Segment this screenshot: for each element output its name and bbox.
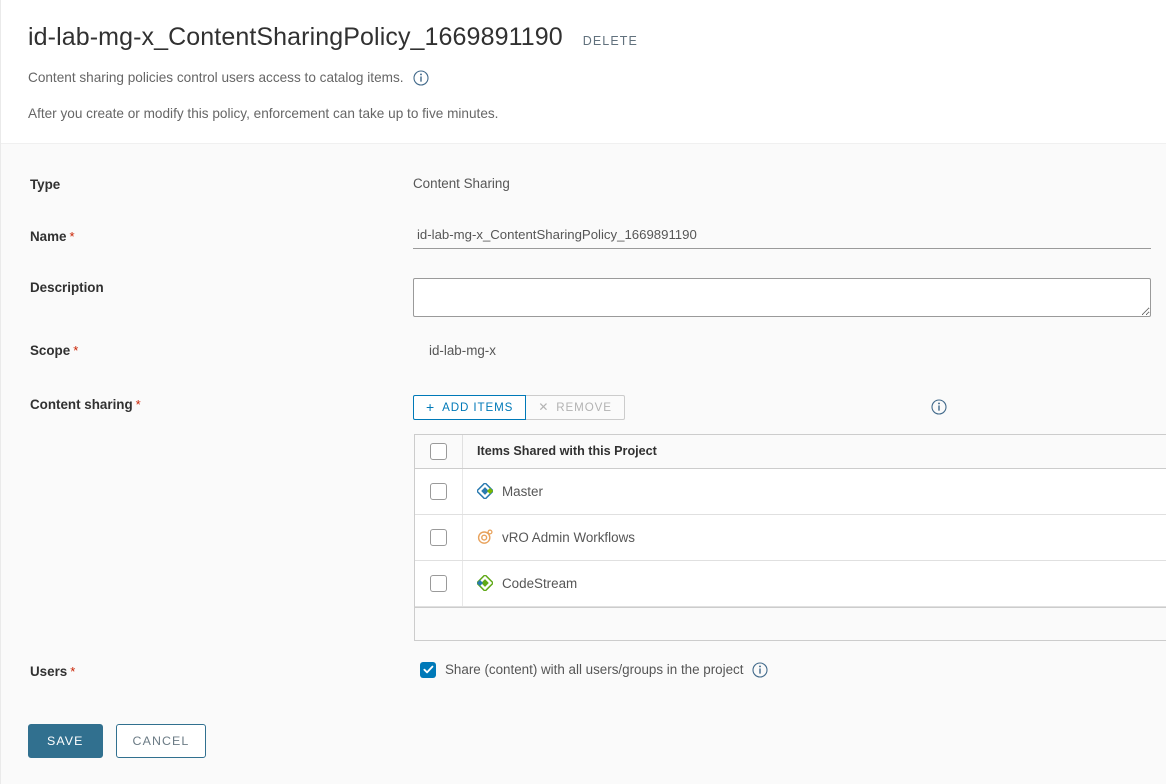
- shared-items-table: Items Shared with this Project Master vR…: [414, 433, 1166, 641]
- type-value: Content Sharing: [413, 175, 510, 191]
- close-x-icon: ✕: [538, 400, 550, 414]
- users-value-wrap: Share (content) with all users/groups in…: [413, 661, 1166, 678]
- type-label: Type: [30, 176, 61, 192]
- users-label-text: Users: [30, 663, 68, 679]
- name-value-wrap: [413, 226, 1166, 249]
- vro-workflow-circle-icon: [477, 529, 493, 545]
- scope-label: Scope *: [1, 341, 413, 358]
- page-subtitle: Content sharing policies control users a…: [28, 69, 1166, 86]
- policy-detail-page: id-lab-mg-x_ContentSharingPolicy_1669891…: [0, 0, 1166, 784]
- page-title: id-lab-mg-x_ContentSharingPolicy_1669891…: [28, 23, 563, 51]
- policy-form: Type Content Sharing Name* Description S…: [1, 144, 1166, 758]
- row-main-cell: CodeStream: [463, 561, 1166, 606]
- title-row: id-lab-mg-x_ContentSharingPolicy_1669891…: [28, 23, 1166, 52]
- scope-value: id-lab-mg-x: [429, 342, 496, 358]
- cancel-button[interactable]: CANCEL: [115, 723, 207, 758]
- content-sharing-label: Content sharing *: [1, 395, 413, 412]
- users-label: Users *: [1, 662, 413, 679]
- users-required-marker: *: [70, 663, 76, 679]
- scope-label-text: Scope: [30, 342, 71, 358]
- page-note: After you create or modify this policy, …: [28, 105, 499, 121]
- field-row-description: Description: [1, 277, 1166, 317]
- delete-button[interactable]: DELETE: [583, 34, 638, 48]
- content-sharing-required-marker: *: [135, 396, 141, 412]
- row-item-name: Master: [502, 483, 543, 499]
- table-footer-main: [463, 608, 1166, 640]
- field-row-content-sharing: Content sharing * + ADD ITEMS ✕ REMOVE I…: [1, 394, 1166, 641]
- field-row-users: Users * Share (content) with all users/gr…: [1, 661, 1166, 688]
- blueprint-diamond-icon: [475, 481, 495, 501]
- table-header-row: Items Shared with this Project: [415, 434, 1166, 469]
- row-select-cell: [415, 560, 463, 606]
- name-required-marker: *: [69, 228, 75, 244]
- table-footer-left: [415, 608, 463, 640]
- content-sharing-toolbar: + ADD ITEMS ✕ REMOVE: [413, 394, 1166, 420]
- name-label-text: Name: [30, 228, 67, 244]
- select-all-cell: [415, 434, 463, 468]
- column-header-items: Items Shared with this Project: [477, 444, 657, 458]
- remove-button: ✕ REMOVE: [526, 394, 625, 420]
- users-info-icon[interactable]: [752, 661, 769, 678]
- row-item-name: vRO Admin Workflows: [502, 529, 635, 545]
- content-sharing-label-text: Content sharing: [30, 396, 133, 412]
- table-footer-row: [415, 606, 1166, 640]
- add-items-label: ADD ITEMS: [442, 400, 514, 414]
- form-footer-actions: SAVE CANCEL: [1, 723, 1166, 758]
- page-header: id-lab-mg-x_ContentSharingPolicy_1669891…: [1, 0, 1166, 144]
- scope-required-marker: *: [73, 342, 79, 358]
- name-input[interactable]: [413, 226, 1151, 249]
- share-with-all-checkbox[interactable]: [420, 661, 436, 678]
- table-row[interactable]: Master: [415, 468, 1166, 515]
- row-select-cell: [415, 468, 463, 514]
- select-all-checkbox[interactable]: [430, 442, 447, 460]
- description-value-wrap: [413, 277, 1166, 317]
- description-label: Description: [30, 279, 104, 295]
- name-label: Name *: [1, 227, 413, 244]
- field-row-scope: Scope * id-lab-mg-x: [1, 341, 1166, 367]
- add-items-button[interactable]: + ADD ITEMS: [413, 394, 527, 420]
- row-main-cell: Master: [463, 469, 1166, 514]
- row-checkbox[interactable]: [430, 528, 447, 546]
- plus-icon: +: [426, 399, 436, 415]
- row-item-name: CodeStream: [502, 575, 578, 591]
- content-sharing-value-wrap: + ADD ITEMS ✕ REMOVE Items Shared with t…: [413, 394, 1166, 641]
- row-checkbox[interactable]: [430, 482, 447, 500]
- page-subtitle-text: Content sharing policies control users a…: [28, 70, 404, 85]
- row-main-cell: vRO Admin Workflows: [463, 515, 1166, 560]
- table-row[interactable]: CodeStream: [415, 560, 1166, 607]
- row-select-cell: [415, 514, 463, 560]
- row-checkbox[interactable]: [430, 574, 447, 592]
- share-with-all-label: Share (content) with all users/groups in…: [445, 662, 744, 677]
- save-button[interactable]: SAVE: [28, 723, 103, 758]
- field-row-type: Type Content Sharing: [1, 175, 1166, 201]
- description-textarea[interactable]: [413, 277, 1151, 317]
- content-sharing-info-icon[interactable]: [931, 399, 947, 415]
- remove-label: REMOVE: [556, 400, 612, 414]
- info-icon[interactable]: [412, 69, 429, 86]
- field-row-name: Name *: [1, 226, 1166, 253]
- codestream-diamond-icon: [475, 573, 495, 593]
- table-row[interactable]: vRO Admin Workflows: [415, 514, 1166, 561]
- table-header-main-cell: Items Shared with this Project: [463, 435, 1166, 468]
- content-sharing-button-group: + ADD ITEMS ✕ REMOVE: [413, 394, 625, 420]
